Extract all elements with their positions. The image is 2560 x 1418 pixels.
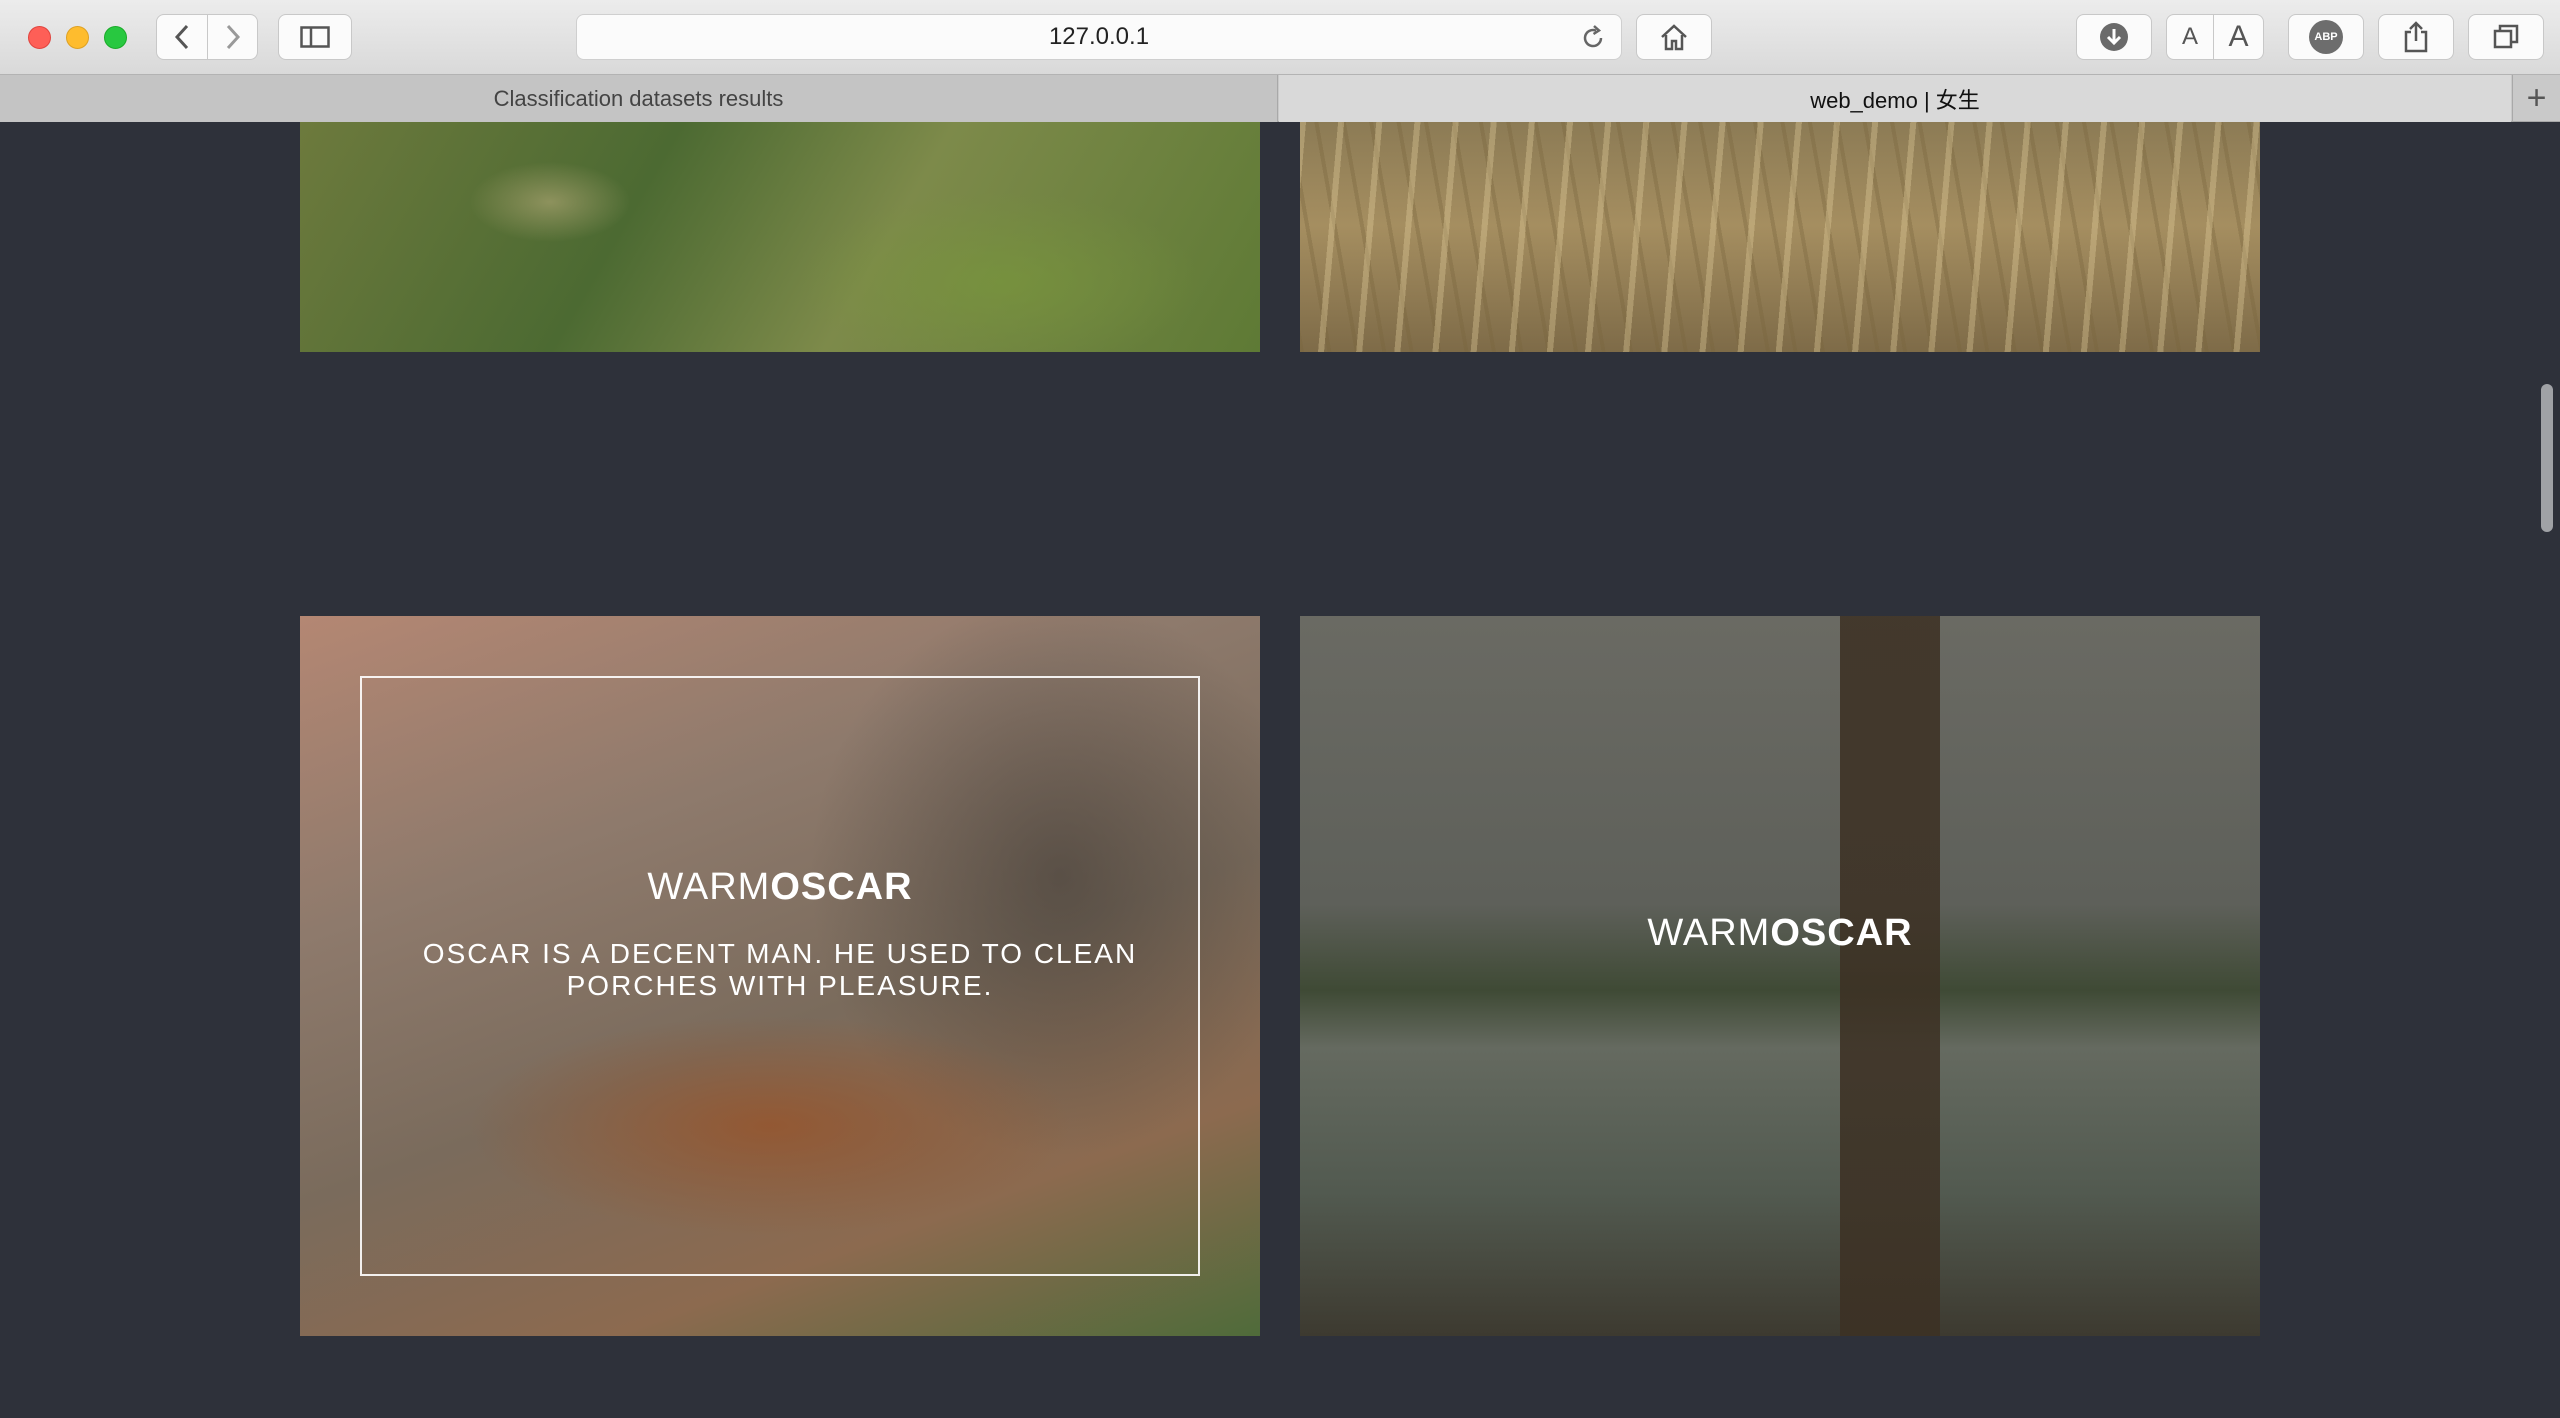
card-description: OSCAR IS A DECENT MAN. HE USED TO CLEAN … [422, 938, 1138, 1001]
new-tab-button[interactable]: + [2512, 75, 2560, 122]
home-icon [1661, 24, 1687, 51]
tab-label: Classification datasets results [493, 85, 784, 111]
minimize-window-button[interactable] [66, 26, 89, 49]
image-card-hillside[interactable] [300, 122, 1260, 352]
chevron-left-icon [174, 24, 189, 50]
card-title: WARMOSCAR [300, 866, 1260, 909]
text-bigger-label: A [2228, 20, 2249, 53]
tab-overview-button[interactable] [2468, 14, 2544, 60]
reload-icon[interactable] [1579, 24, 1607, 52]
card-title-bold: OSCAR [770, 866, 913, 908]
tab-label: web_demo | 女生 [1810, 87, 1980, 113]
page-content: WARMOSCAR OSCAR IS A DECENT MAN. HE USED… [0, 122, 2560, 1418]
maximize-window-button[interactable] [104, 26, 127, 49]
address-bar[interactable]: 127.0.0.1 [576, 14, 1622, 60]
card-title-light: WARM [647, 866, 771, 908]
sidebar-toggle-button[interactable] [278, 14, 352, 60]
download-icon [2100, 23, 2128, 51]
forward-button[interactable] [208, 14, 258, 60]
tab-web-demo[interactable]: web_demo | 女生 [1279, 75, 2511, 122]
image-card-lake[interactable]: WARMOSCAR [1300, 616, 2260, 1336]
browser-toolbar: 127.0.0.1 A A ABP [0, 0, 2560, 74]
share-button[interactable] [2378, 14, 2454, 60]
plus-icon: + [2526, 79, 2547, 117]
card-title-light: WARM [1647, 912, 1771, 954]
text-smaller-label: A [2181, 23, 2198, 50]
card-title: WARMOSCAR [1300, 912, 2260, 955]
vertical-scrollbar[interactable] [2541, 384, 2553, 532]
tab-classification-results[interactable]: Classification datasets results [0, 75, 1278, 122]
url-text: 127.0.0.1 [1048, 23, 1150, 50]
tab-bar: Classification datasets results web_demo… [0, 74, 2560, 122]
close-window-button[interactable] [28, 26, 51, 49]
home-button[interactable] [1636, 14, 1712, 60]
image-card-grass[interactable] [1300, 122, 2260, 352]
share-icon [2404, 21, 2428, 53]
chevron-right-icon [226, 24, 240, 50]
adblock-button[interactable]: ABP [2288, 14, 2364, 60]
sidebar-icon [300, 26, 330, 48]
text-smaller-button[interactable]: A [2166, 14, 2214, 60]
tabs-icon [2493, 24, 2519, 49]
back-button[interactable] [156, 14, 208, 60]
card-title-bold: OSCAR [1770, 912, 1913, 954]
text-bigger-button[interactable]: A [2214, 14, 2264, 60]
downloads-button[interactable] [2076, 14, 2152, 60]
adblock-icon: ABP [2309, 20, 2343, 54]
image-card-woodpile[interactable]: WARMOSCAR OSCAR IS A DECENT MAN. HE USED… [300, 616, 1260, 1336]
